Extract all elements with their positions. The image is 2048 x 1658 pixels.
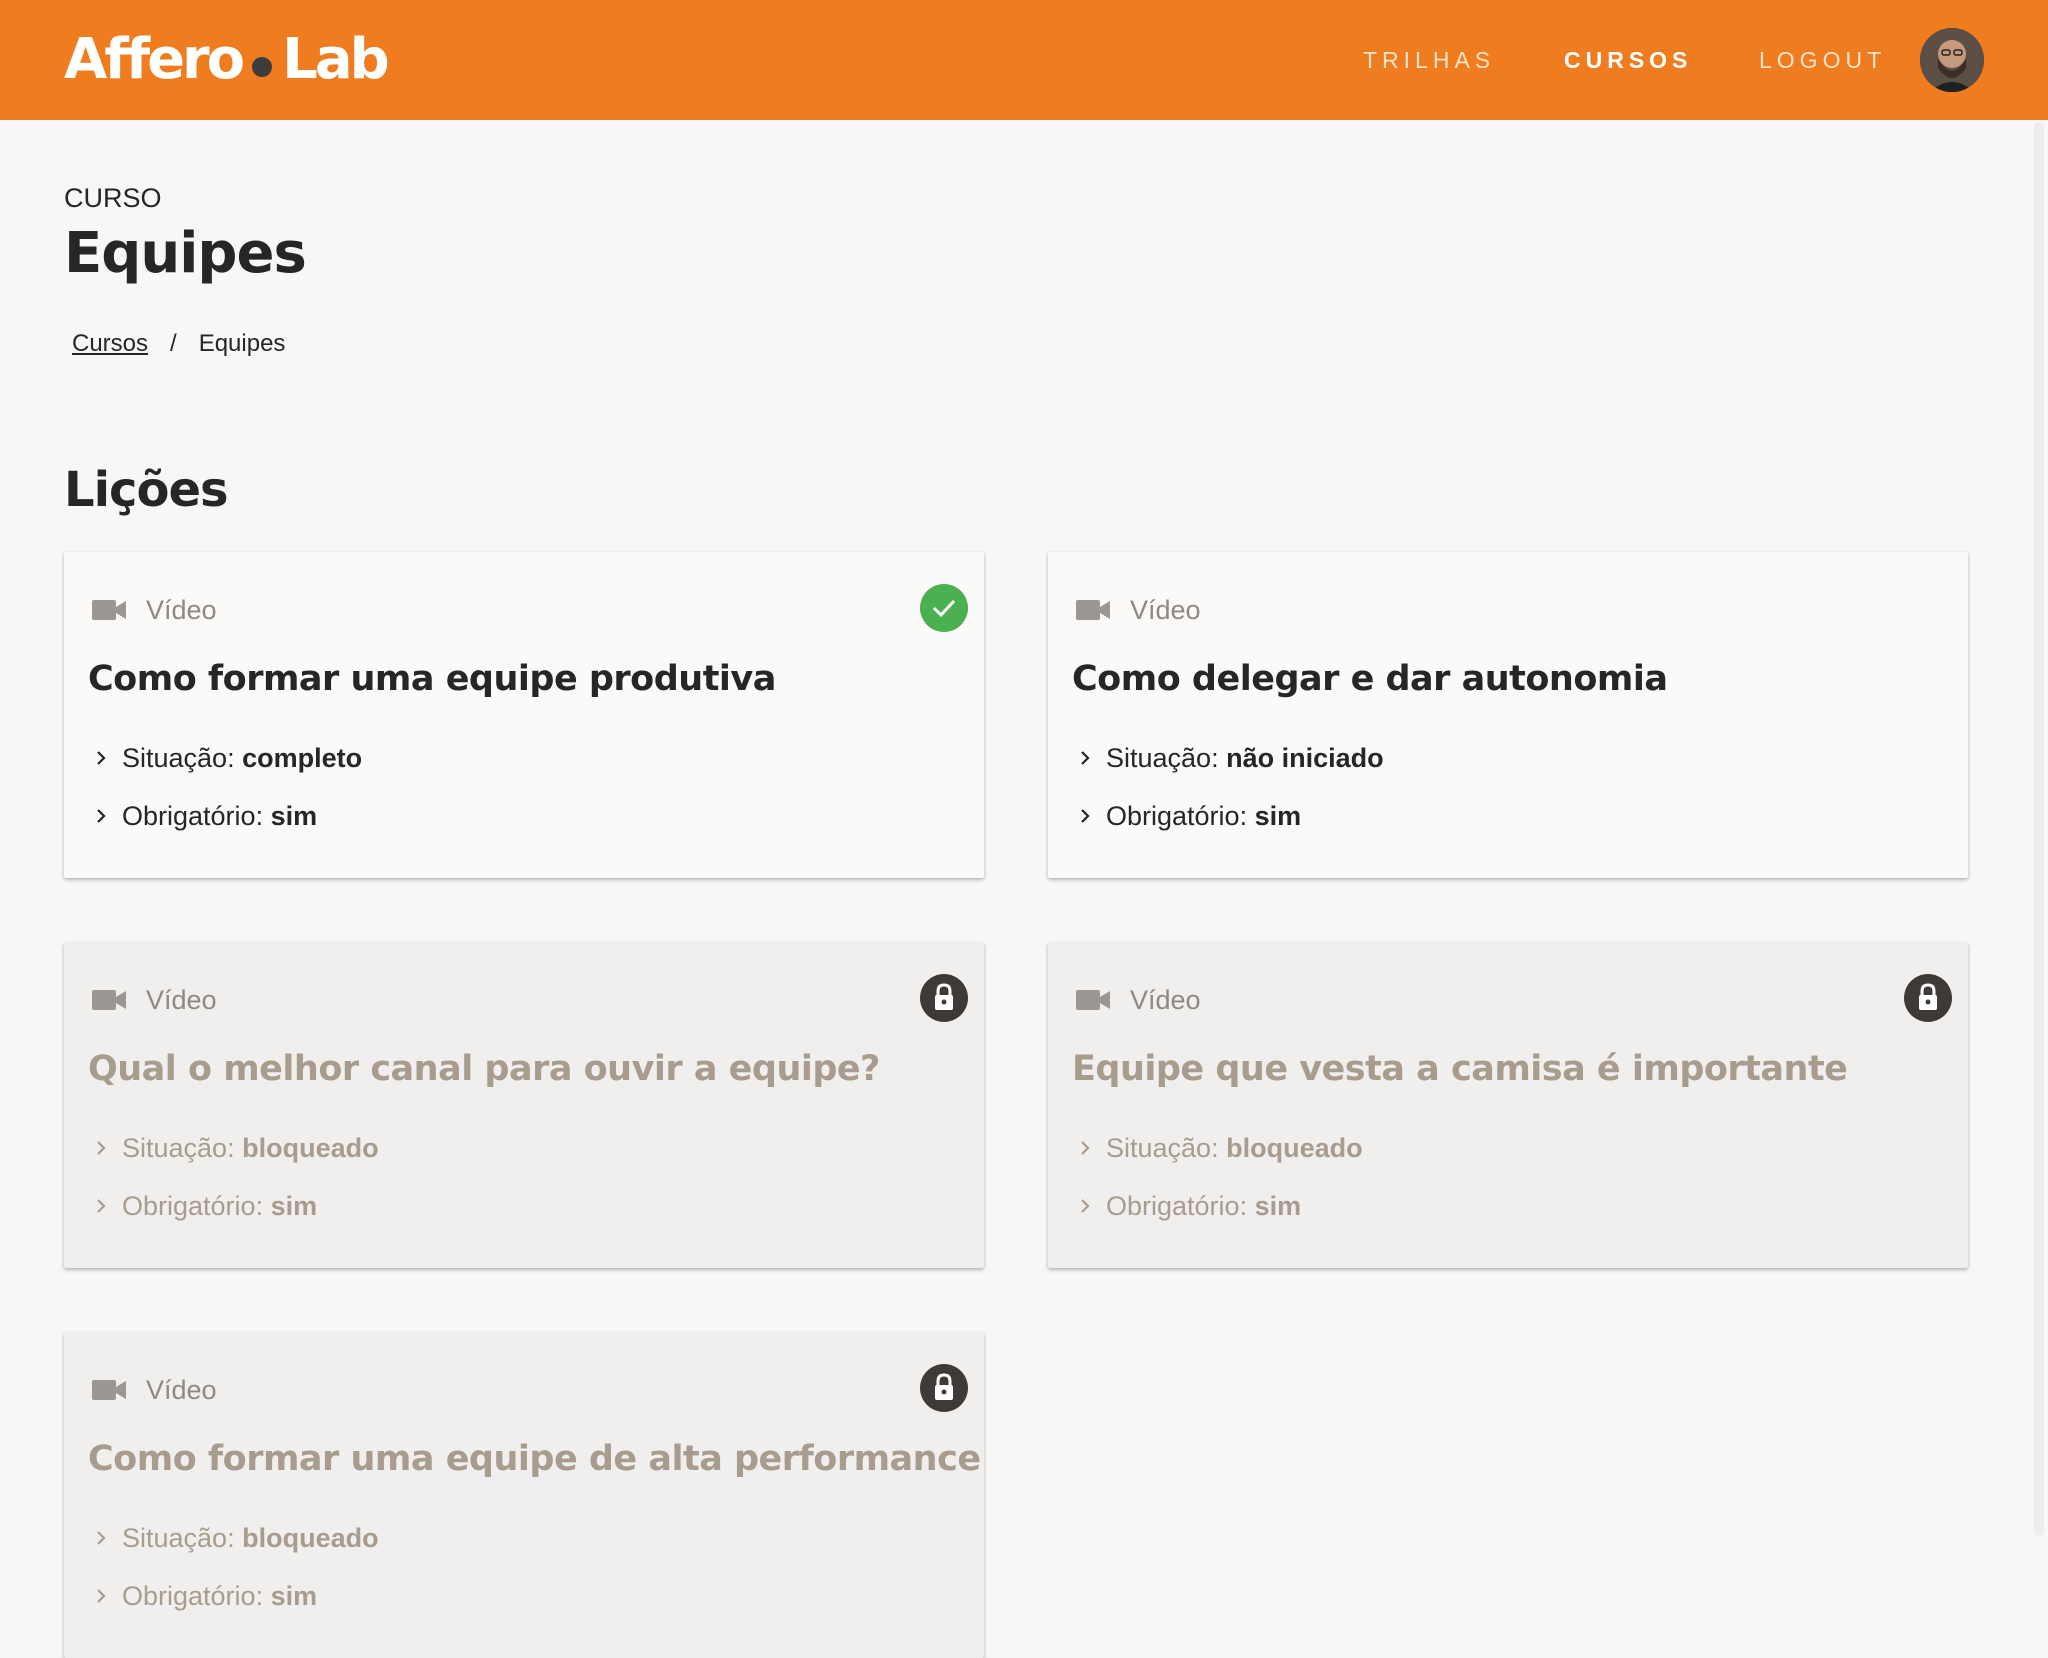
lesson-status-row: Situação: completo: [94, 741, 362, 775]
chevron-right-icon: [97, 751, 106, 765]
status-value: bloqueado: [1226, 1133, 1363, 1163]
video-camera-icon: [1076, 600, 1110, 620]
page-scrollbar[interactable]: [2034, 122, 2044, 1536]
lock-icon: [1919, 983, 1937, 1010]
avatar-photo: [1920, 28, 1984, 92]
breadcrumb-link-cursos[interactable]: Cursos: [72, 328, 148, 360]
lesson-card[interactable]: Vídeo Como formar uma equipe produtiva S…: [64, 552, 984, 878]
chevron-right-icon: [97, 1531, 106, 1545]
lesson-status-row: Situação: bloqueado: [94, 1131, 379, 1165]
lesson-type-label: Vídeo: [146, 985, 217, 1015]
lesson-status-row: Situação: bloqueado: [94, 1521, 379, 1555]
affero-lab-logo[interactable]: Affero Lab: [64, 27, 390, 92]
lesson-type: Vídeo: [1076, 592, 1201, 628]
required-value: sim: [1254, 801, 1302, 831]
lesson-type: Vídeo: [92, 592, 217, 628]
required-label: Obrigatório:: [122, 801, 264, 831]
required-label: Obrigatório:: [122, 1191, 264, 1221]
lesson-required-row: Obrigatório: sim: [1078, 799, 1301, 833]
lesson-title: Como delegar e dar autonomia: [1072, 659, 1668, 699]
lesson-type: Vídeo: [1076, 982, 1201, 1018]
chevron-right-icon: [97, 1199, 106, 1213]
lesson-status-row: Situação: bloqueado: [1078, 1131, 1363, 1165]
lesson-required-row: Obrigatório: sim: [94, 799, 317, 833]
top-nav-bar: Affero Lab TRILHAS CURSOS LOGOUT: [0, 0, 2048, 120]
breadcrumb-separator: /: [170, 330, 177, 357]
video-camera-icon: [92, 600, 126, 620]
lesson-title: Equipe que vesta a camisa é importante: [1072, 1049, 1848, 1089]
chevron-right-icon: [1081, 809, 1090, 823]
status-value: não iniciado: [1226, 743, 1384, 773]
nav-logout[interactable]: LOGOUT: [1759, 44, 1886, 76]
lesson-type: Vídeo: [92, 982, 217, 1018]
lesson-card[interactable]: Vídeo Como delegar e dar autonomia Situa…: [1048, 552, 1968, 878]
chevron-right-icon: [97, 1589, 106, 1603]
required-label: Obrigatório:: [122, 1581, 264, 1611]
lesson-card[interactable]: Vídeo Qual o melhor canal para ouvir a e…: [64, 942, 984, 1268]
lesson-card[interactable]: Vídeo Como formar uma equipe de alta per…: [64, 1332, 984, 1658]
lesson-required-row: Obrigatório: sim: [94, 1189, 317, 1223]
lesson-required-row: Obrigatório: sim: [94, 1579, 317, 1613]
status-label: Situação:: [122, 1523, 235, 1553]
status-label: Situação:: [1106, 1133, 1219, 1163]
lesson-card[interactable]: Vídeo Equipe que vesta a camisa é import…: [1048, 942, 1968, 1268]
locked-badge: [1904, 974, 1952, 1022]
status-label: Situação:: [1106, 743, 1219, 773]
lock-icon: [935, 983, 953, 1010]
section-title-licoes: Lições: [64, 462, 229, 518]
status-value: bloqueado: [242, 1133, 379, 1163]
locked-badge: [920, 974, 968, 1022]
lesson-title: Como formar uma equipe produtiva: [88, 659, 776, 699]
lesson-type-label: Vídeo: [146, 1375, 217, 1405]
lesson-status-row: Situação: não iniciado: [1078, 741, 1384, 775]
status-value: completo: [242, 743, 363, 773]
logo-text-right: Lab: [282, 27, 390, 92]
required-value: sim: [270, 1191, 318, 1221]
lesson-type-label: Vídeo: [1130, 985, 1201, 1015]
required-value: sim: [270, 1581, 318, 1611]
logo-text-left: Affero: [64, 27, 245, 92]
required-label: Obrigatório:: [1106, 801, 1248, 831]
page-eyebrow: CURSO: [64, 183, 162, 213]
chevron-right-icon: [1081, 1141, 1090, 1155]
lock-icon: [935, 1373, 953, 1400]
user-avatar[interactable]: [1920, 28, 1984, 92]
breadcrumb: Cursos / Equipes: [72, 328, 285, 360]
status-label: Situação:: [122, 1133, 235, 1163]
lesson-title: Como formar uma equipe de alta performan…: [88, 1439, 981, 1479]
status-label: Situação:: [122, 743, 235, 773]
lesson-required-row: Obrigatório: sim: [1078, 1189, 1301, 1223]
lesson-title: Qual o melhor canal para ouvir a equipe?: [88, 1049, 880, 1089]
completed-badge: [920, 584, 968, 632]
video-camera-icon: [92, 1380, 126, 1400]
locked-badge: [920, 1364, 968, 1412]
required-value: sim: [270, 801, 318, 831]
logo-dot: [252, 57, 273, 77]
video-camera-icon: [1076, 990, 1110, 1010]
chevron-right-icon: [97, 809, 106, 823]
lesson-type: Vídeo: [92, 1372, 217, 1408]
lesson-type-label: Vídeo: [146, 595, 217, 625]
nav-cursos[interactable]: CURSOS: [1564, 44, 1692, 76]
check-icon: [932, 599, 956, 618]
breadcrumb-current: Equipes: [198, 330, 286, 357]
chevron-right-icon: [1081, 751, 1090, 765]
chevron-right-icon: [1081, 1199, 1090, 1213]
chevron-right-icon: [97, 1141, 106, 1155]
status-value: bloqueado: [242, 1523, 379, 1553]
page-title: Equipes: [64, 221, 307, 286]
required-value: sim: [1254, 1191, 1302, 1221]
video-camera-icon: [92, 990, 126, 1010]
nav-trilhas[interactable]: TRILHAS: [1363, 44, 1495, 76]
lesson-type-label: Vídeo: [1130, 595, 1201, 625]
required-label: Obrigatório:: [1106, 1191, 1248, 1221]
